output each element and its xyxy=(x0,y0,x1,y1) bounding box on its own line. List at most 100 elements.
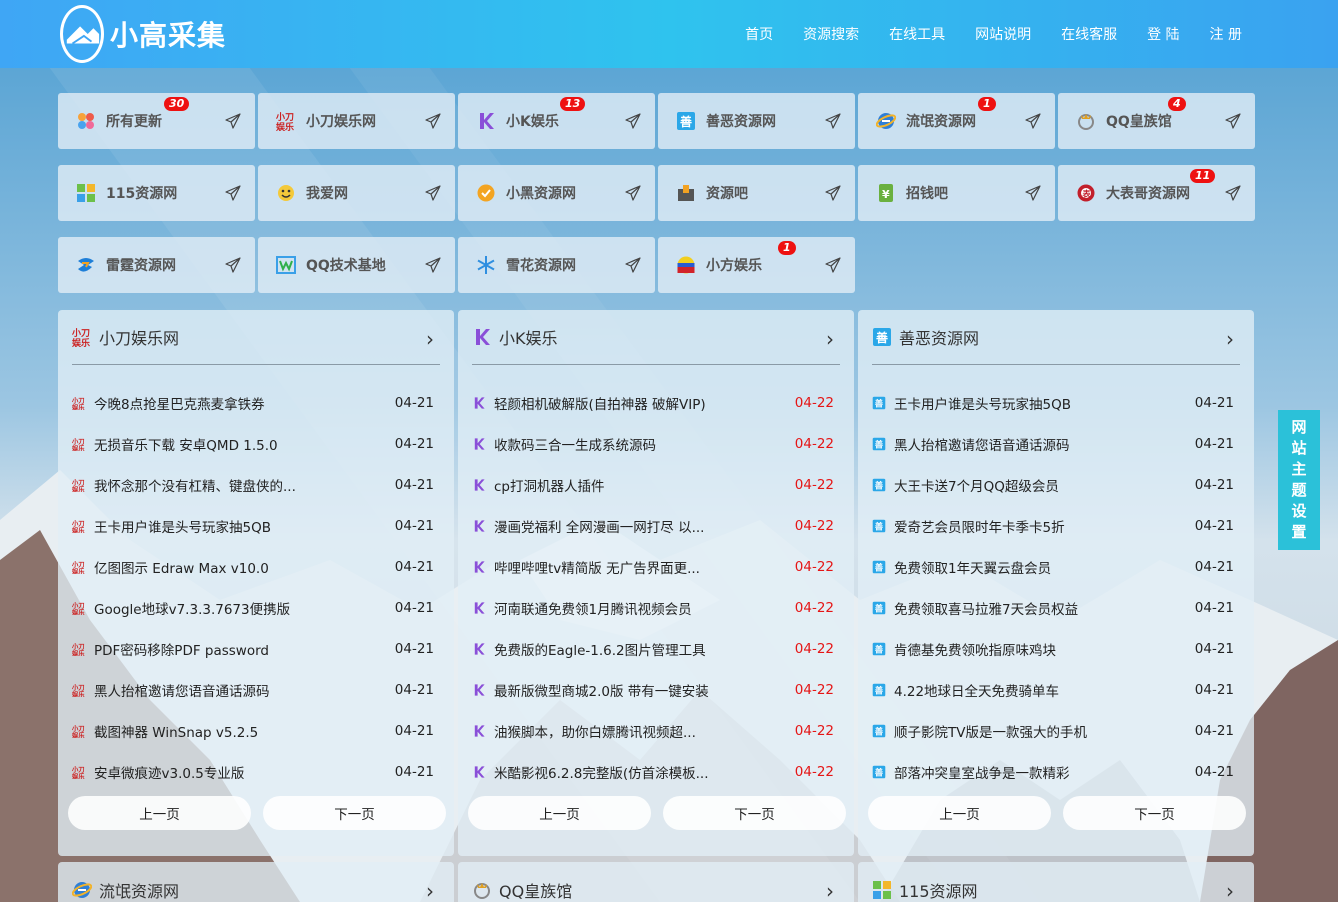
send-icon[interactable] xyxy=(425,113,441,129)
send-icon[interactable] xyxy=(1225,185,1241,201)
source-tile[interactable]: 善善恶资源网 xyxy=(658,93,855,149)
item-title[interactable]: 王卡用户谁是头号玩家抽5QB xyxy=(894,393,1071,413)
chevron-right-icon[interactable]: › xyxy=(826,327,834,351)
source-tile[interactable]: 小方娱乐 1 xyxy=(658,237,855,293)
chevron-right-icon[interactable]: › xyxy=(1226,879,1234,902)
item-title[interactable]: 河南联通免费领1月腾讯视频会员 xyxy=(494,598,692,618)
item-title[interactable]: 最新版微型商城2.0版 带有一键安装 xyxy=(494,680,709,700)
panel-title[interactable]: 善恶资源网 xyxy=(899,325,979,349)
list-item[interactable]: 漫画党福利 全网漫画一网打尽 以... 04-22 xyxy=(472,505,834,546)
list-item[interactable]: 善 4.22地球日全天免费骑单车 04-21 xyxy=(872,669,1234,710)
nav-login[interactable]: 登 陆 xyxy=(1147,24,1179,44)
item-title[interactable]: 轻颜相机破解版(自拍神器 破解VIP) xyxy=(494,393,706,413)
item-title[interactable]: 部落冲突皇室战争是一款精彩 xyxy=(894,762,1070,782)
send-icon[interactable] xyxy=(825,257,841,273)
list-item[interactable]: 小刀 娱乐 黑人抬棺邀请您语音通话源码 04-21 xyxy=(72,669,434,710)
send-icon[interactable] xyxy=(825,113,841,129)
list-item[interactable]: 善 免费领取喜马拉雅7天会员权益 04-21 xyxy=(872,587,1234,628)
item-title[interactable]: 今晚8点抢星巴克燕麦拿铁券 xyxy=(94,393,265,413)
list-item[interactable]: 最新版微型商城2.0版 带有一键安装 04-22 xyxy=(472,669,834,710)
item-title[interactable]: 安卓微痕迹v3.0.5专业版 xyxy=(94,762,244,782)
next-page-button[interactable]: 下一页 xyxy=(663,796,846,830)
chevron-right-icon[interactable]: › xyxy=(426,879,434,902)
list-item[interactable]: 米酷影视6.2.8完整版(仿首涂模板... 04-22 xyxy=(472,751,834,792)
list-item[interactable]: 善 肯德基免费领吮指原味鸡块 04-21 xyxy=(872,628,1234,669)
list-item[interactable]: 善 爱奇艺会员限时年卡季卡5折 04-21 xyxy=(872,505,1234,546)
send-icon[interactable] xyxy=(625,185,641,201)
list-item[interactable]: 小刀 娱乐 截图神器 WinSnap v5.2.5 04-21 xyxy=(72,710,434,751)
next-page-button[interactable]: 下一页 xyxy=(1063,796,1246,830)
list-item[interactable]: 油猴脚本，助你白嫖腾讯视频超... 04-22 xyxy=(472,710,834,751)
item-title[interactable]: 油猴脚本，助你白嫖腾讯视频超... xyxy=(494,721,696,741)
list-item[interactable]: 善 王卡用户谁是头号玩家抽5QB 04-21 xyxy=(872,382,1234,423)
item-title[interactable]: 免费领取喜马拉雅7天会员权益 xyxy=(894,598,1078,618)
source-tile[interactable]: 小刀 娱乐 小刀娱乐网 xyxy=(258,93,455,149)
list-item[interactable]: 小刀 娱乐 今晚8点抢星巴克燕麦拿铁券 04-21 xyxy=(72,382,434,423)
panel-title[interactable]: QQ皇族馆 xyxy=(499,878,572,902)
list-item[interactable]: 小刀 娱乐 安卓微痕迹v3.0.5专业版 04-21 xyxy=(72,751,434,792)
item-title[interactable]: 米酷影视6.2.8完整版(仿首涂模板... xyxy=(494,762,709,782)
source-tile[interactable]: ¥ 招钱吧 xyxy=(858,165,1055,221)
source-tile[interactable]: 115资源网 xyxy=(58,165,255,221)
send-icon[interactable] xyxy=(225,185,241,201)
send-icon[interactable] xyxy=(425,185,441,201)
source-tile[interactable]: 表 大表哥资源网 11 xyxy=(1058,165,1255,221)
source-tile[interactable]: 资源吧 xyxy=(658,165,855,221)
list-item[interactable]: 善 部落冲突皇室战争是一款精彩 04-21 xyxy=(872,751,1234,792)
send-icon[interactable] xyxy=(1225,113,1241,129)
list-item[interactable]: 善 大王卡送7个月QQ超级会员 04-21 xyxy=(872,464,1234,505)
item-title[interactable]: 漫画党福利 全网漫画一网打尽 以... xyxy=(494,516,704,536)
item-title[interactable]: 大王卡送7个月QQ超级会员 xyxy=(894,475,1059,495)
prev-page-button[interactable]: 上一页 xyxy=(68,796,251,830)
panel-title[interactable]: 115资源网 xyxy=(899,878,978,902)
nav-online-tools[interactable]: 在线工具 xyxy=(889,24,945,44)
source-tile[interactable]: 雷霆资源网 xyxy=(58,237,255,293)
list-item[interactable]: 小刀 娱乐 亿图图示 Edraw Max v10.0 04-21 xyxy=(72,546,434,587)
list-item[interactable]: 免费版的Eagle-1.6.2图片管理工具 04-22 xyxy=(472,628,834,669)
chevron-right-icon[interactable]: › xyxy=(826,879,834,902)
send-icon[interactable] xyxy=(225,113,241,129)
list-item[interactable]: 善 顺子影院TV版是一款强大的手机 04-21 xyxy=(872,710,1234,751)
item-title[interactable]: cp打洞机器人插件 xyxy=(494,475,605,495)
item-title[interactable]: 王卡用户谁是头号玩家抽5QB xyxy=(94,516,271,536)
nav-online-support[interactable]: 在线客服 xyxy=(1061,24,1117,44)
list-item[interactable]: 善 免费领取1年天翼云盘会员 04-21 xyxy=(872,546,1234,587)
source-tile[interactable]: 雪花资源网 xyxy=(458,237,655,293)
send-icon[interactable] xyxy=(1025,185,1041,201)
item-title[interactable]: 无损音乐下载 安卓QMD 1.5.0 xyxy=(94,434,278,454)
source-tile[interactable]: QQ技术基地 xyxy=(258,237,455,293)
item-title[interactable]: 顺子影院TV版是一款强大的手机 xyxy=(894,721,1087,741)
item-title[interactable]: 我怀念那个没有杠精、键盘侠的... xyxy=(94,475,296,495)
panel-title[interactable]: 小K娱乐 xyxy=(499,325,558,349)
prev-page-button[interactable]: 上一页 xyxy=(868,796,1051,830)
item-title[interactable]: Google地球v7.3.3.7673便携版 xyxy=(94,598,290,618)
list-item[interactable]: 小刀 娱乐 无损音乐下载 安卓QMD 1.5.0 04-21 xyxy=(72,423,434,464)
site-logo[interactable]: 小高采集 xyxy=(60,4,226,64)
nav-register[interactable]: 注 册 xyxy=(1210,24,1242,44)
item-title[interactable]: 免费领取1年天翼云盘会员 xyxy=(894,557,1051,577)
theme-settings-tab[interactable]: 网站主题设置 xyxy=(1278,410,1320,550)
item-title[interactable]: 4.22地球日全天免费骑单车 xyxy=(894,680,1059,700)
nav-home[interactable]: 首页 xyxy=(745,24,773,44)
item-title[interactable]: 哔哩哔哩tv精简版 无广告界面更... xyxy=(494,557,700,577)
list-item[interactable]: 轻颜相机破解版(自拍神器 破解VIP) 04-22 xyxy=(472,382,834,423)
item-title[interactable]: 免费版的Eagle-1.6.2图片管理工具 xyxy=(494,639,706,659)
chevron-right-icon[interactable]: › xyxy=(426,327,434,351)
item-title[interactable]: 黑人抬棺邀请您语音通话源码 xyxy=(894,434,1070,454)
item-title[interactable]: 截图神器 WinSnap v5.2.5 xyxy=(94,721,258,741)
list-item[interactable]: 善 黑人抬棺邀请您语音通话源码 04-21 xyxy=(872,423,1234,464)
list-item[interactable]: 小刀 娱乐 Google地球v7.3.3.7673便携版 04-21 xyxy=(72,587,434,628)
next-page-button[interactable]: 下一页 xyxy=(263,796,446,830)
list-item[interactable]: 收款码三合一生成系统源码 04-22 xyxy=(472,423,834,464)
item-title[interactable]: 肯德基免费领吮指原味鸡块 xyxy=(894,639,1056,659)
prev-page-button[interactable]: 上一页 xyxy=(468,796,651,830)
item-title[interactable]: 亿图图示 Edraw Max v10.0 xyxy=(94,557,269,577)
chevron-right-icon[interactable]: › xyxy=(1226,327,1234,351)
send-icon[interactable] xyxy=(625,113,641,129)
list-item[interactable]: cp打洞机器人插件 04-22 xyxy=(472,464,834,505)
nav-resource-search[interactable]: 资源搜索 xyxy=(803,24,859,44)
send-icon[interactable] xyxy=(1025,113,1041,129)
list-item[interactable]: 小刀 娱乐 我怀念那个没有杠精、键盘侠的... 04-21 xyxy=(72,464,434,505)
send-icon[interactable] xyxy=(225,257,241,273)
source-tile[interactable]: QQ皇族馆 4 xyxy=(1058,93,1255,149)
